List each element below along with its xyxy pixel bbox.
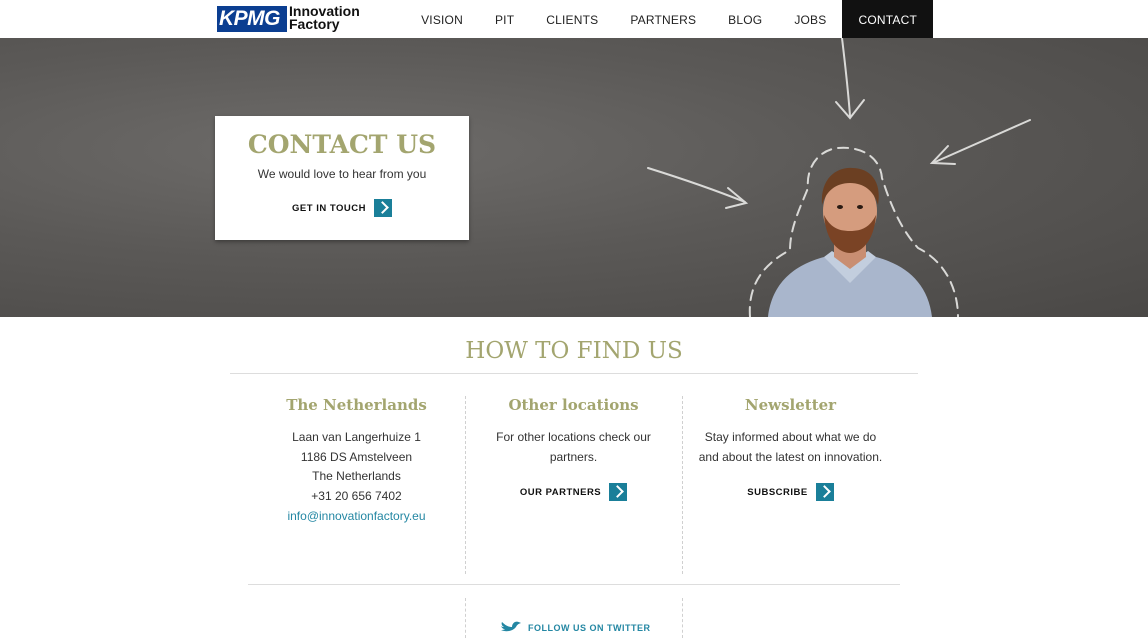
address-street: Laan van Langerhuize 1 bbox=[292, 430, 421, 444]
email-link[interactable]: info@innovationfactory.eu bbox=[248, 507, 465, 527]
nav-item-jobs[interactable]: JOBS bbox=[778, 0, 842, 38]
column-divider bbox=[465, 598, 466, 638]
address-country: The Netherlands bbox=[312, 469, 401, 484]
nav-item-clients[interactable]: CLIENTS bbox=[530, 0, 614, 38]
nav-item-blog[interactable]: BLOG bbox=[712, 0, 778, 38]
subscribe-label: SUBSCRIBE bbox=[747, 486, 808, 498]
newsletter-title: Newsletter bbox=[744, 396, 837, 414]
newsletter-text: Stay informed about what we do and about… bbox=[698, 430, 883, 464]
subscribe-button[interactable]: SUBSCRIBE bbox=[747, 483, 834, 502]
newsletter-column: Newsletter Stay informed about what we d… bbox=[682, 396, 899, 502]
chalk-drawing bbox=[647, 38, 1031, 317]
netherlands-column: The Netherlands Laan van Langerhuize 1 1… bbox=[248, 396, 465, 527]
contact-subtitle: We would love to hear from you bbox=[257, 167, 427, 181]
address-block: Laan van Langerhuize 1 1186 DS Amstelvee… bbox=[248, 428, 465, 527]
logo-kpmg: KPMG bbox=[217, 6, 287, 32]
section-title: HOW TO FIND US bbox=[465, 338, 683, 364]
person-photo bbox=[768, 167, 932, 317]
get-in-touch-label: GET IN TOUCH bbox=[292, 202, 366, 214]
logo-name: Innovation Factory bbox=[289, 4, 360, 32]
nav-item-partners[interactable]: PARTNERS bbox=[614, 0, 712, 38]
main-nav: VISION PIT CLIENTS PARTNERS BLOG JOBS CO… bbox=[405, 0, 933, 46]
logo[interactable]: KPMG Innovation Factory bbox=[217, 4, 362, 33]
phone-number: +31 20 656 7402 bbox=[311, 489, 402, 504]
our-partners-button[interactable]: OUR PARTNERS bbox=[519, 483, 628, 502]
twitter-icon[interactable] bbox=[500, 621, 522, 633]
get-in-touch-button[interactable]: GET IN TOUCH bbox=[292, 199, 392, 217]
twitter-label[interactable]: FOLLOW US ON TWITTER bbox=[528, 623, 650, 633]
contact-title: CONTACT US bbox=[247, 130, 437, 159]
nav-item-vision[interactable]: VISION bbox=[405, 0, 479, 38]
address-postal: 1186 DS Amstelveen bbox=[300, 449, 413, 464]
hero-banner: CONTACT US We would love to hear from yo… bbox=[0, 38, 1148, 317]
other-locations-text: For other locations check our partners. bbox=[496, 430, 651, 464]
other-locations-title: Other locations bbox=[508, 396, 639, 414]
nav-item-pit[interactable]: PIT bbox=[479, 0, 530, 38]
chevron-right-icon bbox=[373, 199, 392, 217]
contact-card: CONTACT US We would love to hear from yo… bbox=[215, 116, 469, 240]
other-locations-column: Other locations For other locations chec… bbox=[465, 396, 682, 502]
nav-item-contact[interactable]: CONTACT bbox=[842, 0, 933, 46]
footer-divider bbox=[248, 584, 900, 585]
chevron-right-icon bbox=[815, 483, 834, 502]
chevron-right-icon bbox=[609, 483, 628, 502]
site-header: KPMG Innovation Factory VISION PIT CLIEN… bbox=[0, 0, 1148, 46]
logo-line2: Factory bbox=[289, 16, 340, 32]
our-partners-label: OUR PARTNERS bbox=[519, 486, 602, 498]
section-divider bbox=[230, 373, 918, 374]
netherlands-title: The Netherlands bbox=[286, 396, 427, 414]
column-divider bbox=[682, 598, 683, 638]
